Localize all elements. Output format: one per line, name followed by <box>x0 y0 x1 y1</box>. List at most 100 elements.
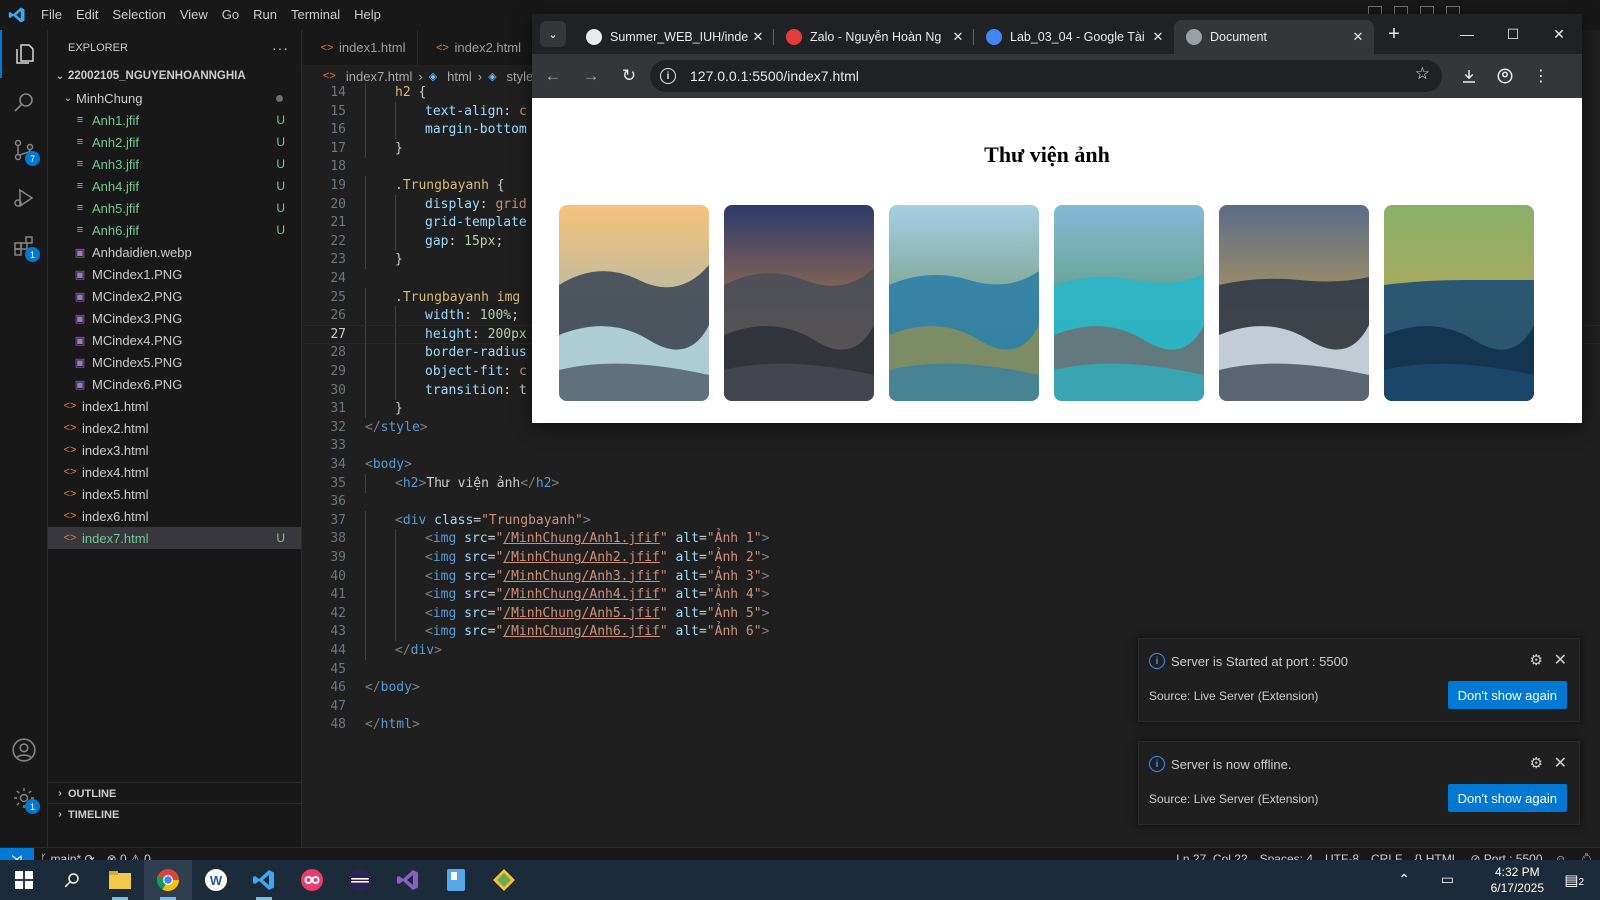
outline-section[interactable]: › OUTLINE <box>48 782 302 804</box>
close-tab-icon[interactable]: ✕ <box>1150 29 1166 45</box>
search-icon[interactable] <box>0 78 48 126</box>
gallery-photo[interactable] <box>1054 205 1204 401</box>
bookmark-star-icon[interactable]: ☆ <box>1415 64 1430 84</box>
source-control-icon[interactable]: 7 <box>0 126 48 174</box>
profile-icon[interactable] <box>1488 59 1522 93</box>
file-item[interactable]: <> index5.html <box>48 483 301 505</box>
file-item[interactable]: <> index6.html <box>48 505 301 527</box>
file-item[interactable]: ≡ Anh6.jfif U <box>48 219 301 241</box>
code-line[interactable]: 40 <img src="/MinhChung/Anh3.jfif" alt="Ả… <box>303 566 1600 586</box>
maximize-icon[interactable]: ☐ <box>1490 20 1536 48</box>
code-line[interactable]: 37 <div class="Trungbayanh"> <box>303 510 1600 530</box>
new-tab-icon[interactable]: + <box>1380 20 1408 48</box>
file-item[interactable]: <> index3.html <box>48 439 301 461</box>
file-item[interactable]: <> index1.html <box>48 395 301 417</box>
explorer-icon[interactable] <box>0 30 48 78</box>
settings-gear-icon[interactable]: 1 <box>0 774 48 822</box>
file-item[interactable]: ▣ MCindex6.PNG <box>48 373 301 395</box>
breadcrumb-item[interactable]: index7.html <box>346 69 412 84</box>
menu-item-go[interactable]: Go <box>215 0 246 30</box>
file-item[interactable]: ▣ MCindex5.PNG <box>48 351 301 373</box>
file-item[interactable]: <> index2.html <box>48 417 301 439</box>
system-clock[interactable]: 4:32 PM 6/17/2025 <box>1491 864 1544 896</box>
gallery-photo[interactable] <box>1219 205 1369 401</box>
file-item[interactable]: ▣ MCindex4.PNG <box>48 329 301 351</box>
browser-tab[interactable]: Zalo - Nguyễn Hoàn Ng ✕ <box>774 20 974 54</box>
tab-search-icon[interactable]: ⌄ <box>540 21 566 47</box>
file-item[interactable]: ▣ MCindex3.PNG <box>48 307 301 329</box>
back-arrow-icon[interactable]: ← <box>536 59 570 93</box>
gallery-photo[interactable] <box>559 205 709 401</box>
breadcrumb-item[interactable]: html <box>447 69 472 84</box>
dont-show-again-button[interactable]: Don't show again <box>1447 681 1567 709</box>
notification-settings-gear-icon[interactable]: ⚙ <box>1530 651 1543 669</box>
code-line[interactable]: 39 <img src="/MinhChung/Anh2.jfif" alt="Ả… <box>303 548 1600 567</box>
editor-tab[interactable]: <> index1.html <box>303 30 419 65</box>
menu-item-terminal[interactable]: Terminal <box>284 0 347 30</box>
code-line[interactable]: 42 <img src="/MinhChung/Anh5.jfif" alt="Ả… <box>303 603 1600 623</box>
code-line[interactable]: 33 <box>303 436 1600 455</box>
tray-overflow-chevron-icon[interactable]: ⌃ <box>1398 871 1410 888</box>
account-icon[interactable] <box>0 726 48 774</box>
code-line[interactable]: 36 <box>303 492 1600 511</box>
code-line[interactable]: 35 <h2>Thư viện ảnh</h2> <box>303 473 1600 493</box>
address-url[interactable]: 127.0.0.1:5500/index7.html <box>690 68 859 84</box>
vscode-taskbar-icon[interactable] <box>240 860 288 900</box>
close-tab-icon[interactable]: ✕ <box>1350 29 1366 45</box>
notification-close-icon[interactable]: ✕ <box>1554 753 1567 773</box>
network-icon[interactable]: ▭ <box>1441 871 1454 888</box>
app-icon-blue[interactable] <box>432 860 480 900</box>
browser-tab[interactable]: Lab_03_04 - Google Tài ✕ <box>974 20 1174 54</box>
file-item[interactable]: <> index4.html <box>48 461 301 483</box>
browser-tab[interactable]: Document ✕ <box>1174 20 1374 54</box>
close-tab-icon[interactable]: ✕ <box>950 29 966 45</box>
visual-studio-icon[interactable] <box>384 860 432 900</box>
file-item[interactable]: ≡ Anh1.jfif U <box>48 109 301 131</box>
menu-item-view[interactable]: View <box>173 0 215 30</box>
code-line[interactable]: 34 <body> <box>303 455 1600 474</box>
file-item[interactable]: ▣ MCindex2.PNG <box>48 285 301 307</box>
menu-item-help[interactable]: Help <box>347 0 388 30</box>
download-icon[interactable] <box>1452 59 1486 93</box>
notification-settings-gear-icon[interactable]: ⚙ <box>1530 754 1543 772</box>
breadcrumb-item[interactable]: style <box>507 69 533 84</box>
menu-item-run[interactable]: Run <box>246 0 284 30</box>
workspace-root-folder[interactable]: ⌄ 22002105_NGUYENHOANNGHIA <box>48 65 301 87</box>
app-icon-pink[interactable] <box>288 860 336 900</box>
file-item[interactable]: ≡ Anh4.jfif U <box>48 175 301 197</box>
menu-item-selection[interactable]: Selection <box>105 0 172 30</box>
file-item[interactable]: <> index7.html U <box>48 527 301 549</box>
explorer-more-actions-icon[interactable]: ··· <box>272 40 289 56</box>
editor-tab[interactable]: <> index2.html <box>418 30 534 65</box>
gallery-photo[interactable] <box>889 205 1039 401</box>
word-app-icon[interactable]: W <box>192 860 240 900</box>
git-app-icon[interactable] <box>480 860 528 900</box>
file-item[interactable]: ≡ Anh3.jfif U <box>48 153 301 175</box>
gallery-photo[interactable] <box>1384 205 1534 401</box>
code-line[interactable]: 41 <img src="/MinhChung/Anh4.jfif" alt="Ả… <box>303 585 1600 605</box>
file-explorer-icon[interactable] <box>96 860 144 900</box>
dont-show-again-button[interactable]: Don't show again <box>1447 784 1567 812</box>
close-window-icon[interactable]: ✕ <box>1536 20 1582 48</box>
reload-icon[interactable]: ↻ <box>612 59 646 93</box>
eclipse-icon[interactable] <box>336 860 384 900</box>
chrome-icon[interactable] <box>144 860 192 900</box>
code-line[interactable]: 38 <img src="/MinhChung/Anh1.jfif" alt="Ả… <box>303 529 1600 549</box>
timeline-section[interactable]: › TIMELINE <box>48 803 302 825</box>
taskbar-search-icon[interactable] <box>48 860 96 900</box>
folder-minhchung[interactable]: ⌄ MinhChung <box>48 87 301 109</box>
file-item[interactable]: ▣ MCindex1.PNG <box>48 263 301 285</box>
action-center-icon[interactable]: ▤2 <box>1564 871 1584 889</box>
menu-item-file[interactable]: File <box>34 0 69 30</box>
site-info-icon[interactable]: i <box>660 68 676 84</box>
file-item[interactable]: ≡ Anh5.jfif U <box>48 197 301 219</box>
forward-arrow-icon[interactable]: → <box>574 59 608 93</box>
menu-item-edit[interactable]: Edit <box>69 0 105 30</box>
minimize-icon[interactable]: — <box>1444 20 1490 48</box>
windows-start-icon[interactable] <box>0 860 48 900</box>
browser-tab[interactable]: Summer_WEB_IUH/inde ✕ <box>574 20 774 54</box>
extensions-icon[interactable]: 1 <box>0 222 48 270</box>
run-debug-icon[interactable] <box>0 174 48 222</box>
gallery-photo[interactable] <box>724 205 874 401</box>
address-bar[interactable]: i 127.0.0.1:5500/index7.html ☆ <box>650 60 1442 92</box>
